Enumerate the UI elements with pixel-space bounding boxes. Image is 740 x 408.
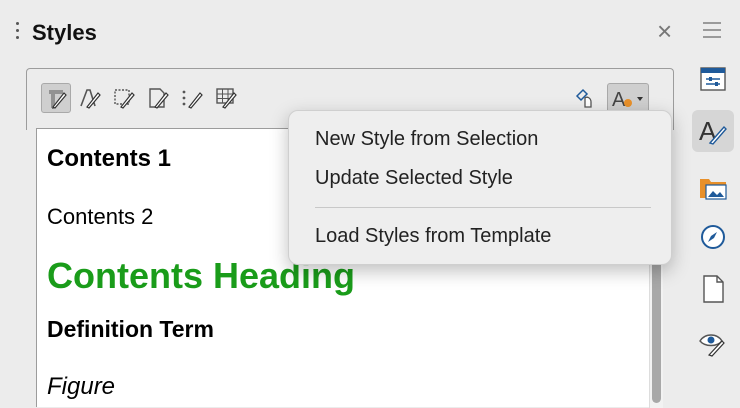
list-item[interactable]: Figure	[47, 373, 115, 401]
fill-format-mode-icon[interactable]	[570, 83, 600, 113]
page-icon[interactable]	[692, 268, 734, 310]
character-styles-icon[interactable]	[75, 83, 105, 113]
styles-icon[interactable]: A	[692, 110, 734, 152]
paragraph-styles-icon[interactable]	[41, 83, 71, 113]
styles-context-menu: New Style from Selection Update Selected…	[288, 110, 672, 265]
list-item[interactable]: Contents 1	[47, 145, 171, 173]
sidebar-menu-icon[interactable]	[703, 22, 721, 43]
table-styles-icon[interactable]	[211, 83, 241, 113]
list-styles-icon[interactable]	[177, 83, 207, 113]
panel-title: Styles	[32, 20, 97, 45]
close-icon[interactable]: ×	[657, 18, 672, 44]
list-item[interactable]: Definition Term	[47, 316, 214, 343]
panel-grip-handle[interactable]	[16, 22, 20, 44]
properties-icon[interactable]	[692, 58, 734, 100]
navigator-icon[interactable]	[692, 216, 734, 258]
sidebar-deck: A	[686, 50, 740, 407]
svg-text:A: A	[612, 89, 626, 111]
styles-actions-icon[interactable]: A	[607, 83, 649, 113]
page-styles-icon[interactable]	[143, 83, 173, 113]
menu-item-update-selected-style[interactable]: Update Selected Style	[315, 167, 513, 190]
menu-item-load-styles-from-template[interactable]: Load Styles from Template	[315, 225, 551, 248]
frame-styles-icon[interactable]	[109, 83, 139, 113]
menu-item-new-style-from-selection[interactable]: New Style from Selection	[315, 128, 538, 151]
list-item[interactable]: Contents 2	[47, 204, 153, 230]
style-inspector-icon[interactable]	[692, 322, 734, 364]
menu-separator	[315, 207, 651, 208]
styles-panel: Styles × A Contents 1 Contents 2 Content…	[0, 0, 686, 408]
gallery-icon[interactable]	[692, 166, 734, 208]
